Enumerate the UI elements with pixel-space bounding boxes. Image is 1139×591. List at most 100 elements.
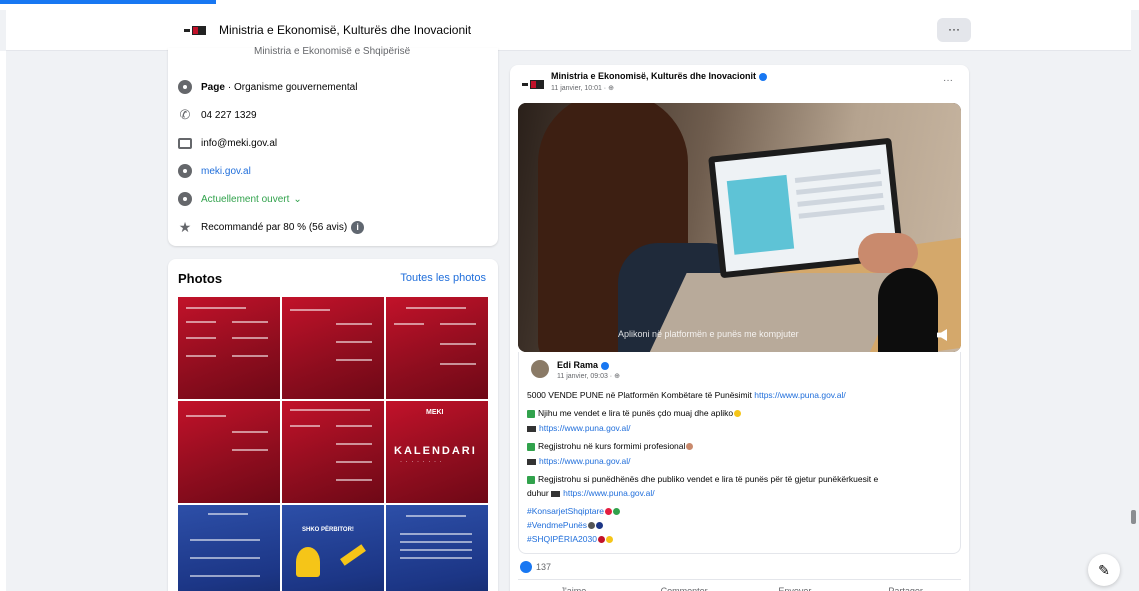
heart-icon [605,508,613,516]
hashtag[interactable]: #KonsarjetShqiptare [527,506,604,516]
photo-tile[interactable] [386,297,488,399]
photos-title[interactable]: Photos [178,271,222,286]
post-text: Regjistrohu si punëdhënës dhe publiko ve… [538,474,879,484]
puna-link[interactable]: https://www.puna.gov.al/ [754,390,846,400]
link-underline[interactable] [0,0,216,4]
shared-date-text[interactable]: 11 janvier, 09:03 · [557,373,614,380]
compose-icon: ✎ [1098,562,1110,578]
gavel-icon [340,544,366,566]
reactions-summary[interactable]: 137 [520,561,551,573]
left-edge [0,51,6,591]
post-text: duhur [527,488,552,498]
check-icon [527,475,535,484]
post-actions: J'aime Commenter Envoyer Partager [518,579,961,591]
info-circle-icon[interactable]: i [351,220,365,234]
hours-status[interactable]: Actuellement ouvert [201,194,289,205]
recommend-text[interactable]: Recommandé par 80 % (56 avis) [201,222,347,233]
star-icon: ★ [178,219,192,235]
check-icon [527,442,535,451]
top-strip [0,0,1139,10]
like-icon [520,561,532,573]
photo-tile[interactable]: MEKI KALENDARI · · · · · · · · [386,401,488,503]
photo-grid: MEKI KALENDARI · · · · · · · · SHKO PËRB… [178,297,488,591]
video-caption: Aplikoni në platformën e punës me kompju… [618,329,799,339]
globe-icon: ⊕ [608,85,614,92]
email-address[interactable]: info@meki.gov.al [201,138,277,149]
photo-tile[interactable] [178,297,280,399]
puna-link[interactable]: https://www.puna.gov.al/ [539,456,631,466]
post-text-line: Njihu me vendet e lira të punës çdo muaj… [527,408,742,418]
comment-button[interactable]: Commenter [629,580,740,591]
post-text: Njihu me vendet e lira të punës çdo muaj… [538,408,734,418]
send-button[interactable]: Envoyer [740,580,851,591]
post-author[interactable]: Ministria e Ekonomisë, Kulturës dhe Inov… [551,71,768,81]
puna-link[interactable]: https://www.puna.gov.al/ [563,488,655,498]
verified-badge-icon [601,361,610,370]
globe-icon: ⊕ [614,373,620,380]
all-photos-link[interactable]: Toutes les photos [400,272,486,284]
page-title: Ministria e Ekonomisë, Kulturës dhe Inov… [219,23,472,37]
hashtag[interactable]: #VendmePunës [527,520,587,530]
ministry-logo-icon [184,26,206,35]
computer-icon [551,490,561,497]
info-row-recommend: ★ Recommandé par 80 % (56 avis) i [178,218,365,236]
compose-button[interactable]: ✎ [1088,554,1120,586]
computer-icon [527,458,536,465]
info-row-phone: ✆ 04 227 1329 [178,106,257,124]
shared-date[interactable]: 11 janvier, 09:03 · ⊕ [557,372,620,380]
emoji-icon [588,522,596,530]
page-type-value: · Organisme gouvernemental [227,81,358,93]
info-row-email: info@meki.gov.al [178,134,277,152]
tile-blue-text: SHKO PËRBITOR! [302,527,354,533]
page-type-label: Page [201,81,225,93]
emoji-icon [734,410,742,418]
clock-icon [178,192,192,206]
post-text-line: 5000 VENDE PUNE në Platformën Kombëtare … [527,390,846,400]
post-text-line: https://www.puna.gov.al/ [527,423,631,433]
intro-cut-text: Ministria e Ekonomisë e Shqipërisë [254,46,411,57]
emoji-icon [596,522,604,530]
avatar[interactable] [531,360,549,378]
likes-count[interactable]: 137 [536,562,551,572]
scrollbar-thumb[interactable] [1131,510,1136,524]
post-author-name[interactable]: Ministria e Ekonomisë, Kulturës dhe Inov… [551,71,756,81]
laptop-keyboard [649,273,907,352]
mail-icon [178,137,192,149]
hashtag[interactable]: #SHQIPËRIA2030 [527,534,597,544]
hashtag-line: #SHQIPËRIA2030 [527,534,613,544]
page-header: Ministria e Ekonomisë, Kulturës dhe Inov… [6,10,1131,51]
post-text-line: Regjistrohu në kurs formimi profesional [527,441,694,451]
post-text-line: duhur https://www.puna.gov.al/ [527,488,655,498]
photo-tile[interactable] [282,401,384,503]
post-more-button[interactable]: ··· [943,75,953,86]
emoji-icon [613,508,621,516]
flag-icon [597,536,605,544]
hashtag-line: #VendmePunës [527,520,604,530]
shared-author-name[interactable]: Edi Rama [557,360,598,370]
post-card: Ministria e Ekonomisë, Kulturës dhe Inov… [510,65,969,591]
ministry-logo-icon[interactable] [522,79,544,90]
check-icon [527,409,535,418]
photo-tile[interactable] [282,297,384,399]
post-date-text[interactable]: 11 janvier, 10:01 · [551,85,608,92]
photos-card: Photos Toutes les photos MEKI KALENDARI … [168,259,498,591]
photo-tile[interactable]: SHKO PËRBITOR! [282,505,384,591]
info-row-category: Page · Organisme gouvernemental [178,78,357,96]
computer-icon [527,425,536,432]
chevron-down-icon[interactable]: ⌄ [293,194,301,205]
info-icon [178,80,192,94]
post-date[interactable]: 11 janvier, 10:01 · ⊕ [551,84,614,92]
post-text-line: https://www.puna.gov.al/ [527,456,631,466]
like-button[interactable]: J'aime [518,580,629,591]
puna-link[interactable]: https://www.puna.gov.al/ [539,423,631,433]
photo-tile[interactable] [178,505,280,591]
shared-author[interactable]: Edi Rama [557,360,610,370]
website-link[interactable]: meki.gov.al [201,166,251,177]
phone-number[interactable]: 04 227 1329 [201,110,257,121]
more-options-button[interactable]: ··· [937,18,971,42]
photo-tile[interactable] [178,401,280,503]
tile-calendar-text: KALENDARI [394,445,477,457]
photo-tile[interactable] [386,505,488,591]
share-button[interactable]: Partager [850,580,961,591]
post-video[interactable]: Aplikoni në platformën e punës me kompju… [518,103,961,352]
